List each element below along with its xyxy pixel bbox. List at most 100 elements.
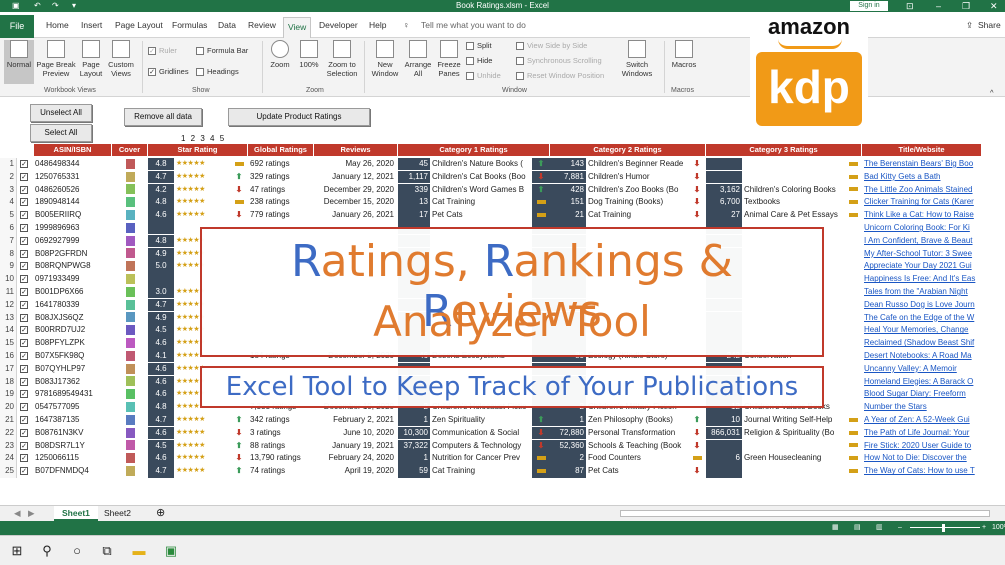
zoom-slider-thumb[interactable] [942, 524, 945, 532]
formula-bar-checkbox[interactable]: Formula Bar [196, 46, 248, 56]
switch-windows-button[interactable]: Switch Windows [618, 40, 656, 78]
minimize-icon[interactable]: – [936, 0, 941, 12]
tab-developer[interactable]: Developer [319, 18, 358, 32]
title-link[interactable]: Heal Your Memories, Change [864, 324, 982, 336]
search-icon[interactable]: ⚲ [38, 542, 56, 560]
checkbox-icon[interactable]: ✓ [20, 185, 28, 194]
row-checkbox[interactable]: ✓ [20, 184, 32, 196]
title-link[interactable]: Appreciate Your Day 2021 Gui [864, 260, 982, 272]
zoom-out-icon[interactable]: – [898, 521, 902, 535]
checkbox-icon[interactable]: ✓ [20, 211, 28, 220]
checkbox-icon[interactable]: ✓ [20, 160, 28, 168]
page-break-status-icon[interactable]: ▥ [876, 521, 883, 535]
ruler-checkbox[interactable]: ✓ Ruler [148, 46, 177, 56]
tab-page-layout[interactable]: Page Layout [115, 18, 163, 32]
checkbox-icon[interactable]: ✓ [20, 172, 28, 181]
checkbox-icon[interactable]: ✓ [20, 224, 28, 232]
macros-button[interactable]: Macros [668, 40, 700, 69]
checkbox-icon[interactable]: ✓ [20, 326, 28, 335]
new-window-button[interactable]: New Window [368, 40, 402, 78]
gridlines-checkbox[interactable]: ✓ Gridlines [148, 67, 189, 77]
page-break-preview-button[interactable]: Page Break Preview [36, 40, 76, 78]
title-link[interactable]: How Not to Die: Discover the [864, 452, 982, 464]
title-link[interactable]: Think Like a Cat: How to Raise [864, 209, 982, 221]
row-checkbox[interactable]: ✓ [20, 452, 32, 464]
unselect-all-button[interactable]: Unselect All [30, 104, 92, 122]
checkbox-icon[interactable]: ✓ [20, 275, 28, 284]
title-link[interactable]: Fire Stick: 2020 User Guide to [864, 440, 982, 452]
close-icon[interactable]: ✕ [990, 0, 998, 12]
title-link[interactable]: Blood Sugar Diary: Freeform [864, 388, 982, 400]
cortana-icon[interactable]: ○ [68, 542, 86, 560]
horizontal-scrollbar[interactable] [620, 510, 990, 517]
restore-icon[interactable]: ❐ [962, 0, 970, 12]
row-checkbox[interactable]: ✓ [20, 222, 32, 234]
checkbox-icon[interactable]: ✓ [20, 390, 28, 399]
row-checkbox[interactable]: ✓ [20, 401, 32, 413]
title-link[interactable]: I Am Confident, Brave & Beaut [864, 235, 982, 247]
title-link[interactable]: My After-School Tutor: 3 Swee [864, 248, 982, 260]
tab-insert[interactable]: Insert [81, 18, 102, 32]
zoom-in-icon[interactable]: + [982, 521, 986, 535]
split-button[interactable]: Split [466, 41, 492, 51]
title-link[interactable]: A Year of Zen: A 52-Week Gui [864, 414, 982, 426]
checkbox-icon[interactable]: ✓ [20, 441, 28, 450]
title-link[interactable]: The Way of Cats: How to use T [864, 465, 982, 477]
page-layout-status-icon[interactable]: ▤ [854, 521, 861, 535]
row-checkbox[interactable]: ✓ [20, 324, 32, 336]
normal-view-status-icon[interactable]: ▦ [832, 521, 839, 535]
title-link[interactable]: Number the Stars [864, 401, 982, 413]
hide-button[interactable]: Hide [466, 56, 492, 66]
headings-checkbox[interactable]: Headings [196, 67, 239, 77]
add-sheet-icon[interactable]: ⊕ [148, 506, 173, 521]
row-checkbox[interactable]: ✓ [20, 363, 32, 375]
tab-data[interactable]: Data [218, 18, 236, 32]
row-checkbox[interactable]: ✓ [20, 388, 32, 400]
share-icon[interactable]: ⇪ [966, 18, 973, 32]
row-checkbox[interactable]: ✓ [20, 414, 32, 426]
windows-start-icon[interactable]: ⊞ [8, 542, 26, 560]
checkbox-icon[interactable]: ✓ [20, 313, 28, 322]
row-checkbox[interactable]: ✓ [20, 196, 32, 208]
tab-home[interactable]: Home [46, 18, 69, 32]
tab-formulas[interactable]: Formulas [172, 18, 207, 32]
unhide-button[interactable]: Unhide [466, 71, 501, 81]
update-product-ratings-button[interactable]: Update Product Ratings [228, 108, 370, 126]
row-checkbox[interactable]: ✓ [20, 260, 32, 272]
sign-in-button[interactable]: Sign in [850, 1, 888, 11]
checkbox-icon[interactable]: ✓ [20, 428, 28, 437]
checkbox-icon[interactable]: ✓ [20, 300, 28, 309]
title-link[interactable]: Tales from the "Arabian Night [864, 286, 982, 298]
row-checkbox[interactable]: ✓ [20, 248, 32, 260]
title-link[interactable]: Desert Notebooks: A Road Ma [864, 350, 982, 362]
normal-view-button[interactable]: Normal [4, 40, 34, 84]
custom-views-button[interactable]: Custom Views [106, 40, 136, 78]
share-button[interactable]: Share [978, 18, 1001, 32]
tab-review[interactable]: Review [248, 18, 276, 32]
zoom-slider[interactable] [910, 527, 980, 528]
zoom-selection-button[interactable]: Zoom to Selection [324, 40, 360, 78]
row-checkbox[interactable]: ✓ [20, 235, 32, 247]
row-checkbox[interactable]: ✓ [20, 465, 32, 477]
sheet-tab-sheet2[interactable]: Sheet2 [96, 506, 139, 521]
row-checkbox[interactable]: ✓ [20, 440, 32, 452]
row-checkbox[interactable]: ✓ [20, 171, 32, 183]
freeze-panes-button[interactable]: Freeze Panes [434, 40, 464, 78]
title-link[interactable]: Happiness Is Free: And It's Eas [864, 273, 982, 285]
tab-help[interactable]: Help [369, 18, 386, 32]
checkbox-icon[interactable]: ✓ [20, 352, 28, 360]
row-checkbox[interactable]: ✓ [20, 350, 32, 362]
checkbox-icon[interactable]: ✓ [20, 262, 28, 271]
row-checkbox[interactable]: ✓ [20, 337, 32, 349]
store-icon[interactable]: ▣ [162, 542, 180, 560]
view-side-by-side-button[interactable]: View Side by Side [516, 41, 587, 51]
select-all-button[interactable]: Select All [30, 124, 92, 142]
checkbox-icon[interactable]: ✓ [20, 236, 28, 245]
tab-view[interactable]: View [283, 17, 312, 38]
checkbox-icon[interactable]: ✓ [20, 198, 28, 207]
checkbox-icon[interactable]: ✓ [20, 249, 28, 258]
checkbox-icon[interactable]: ✓ [20, 364, 28, 373]
row-checkbox[interactable]: ✓ [20, 312, 32, 324]
sheet-tab-sheet1[interactable]: Sheet1 [54, 506, 98, 521]
reset-window-position-button[interactable]: Reset Window Position [516, 71, 604, 81]
